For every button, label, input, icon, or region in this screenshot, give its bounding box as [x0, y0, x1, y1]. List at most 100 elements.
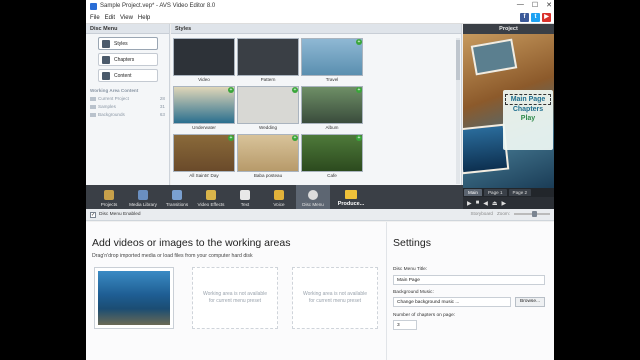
- folder-count: 28: [159, 96, 165, 101]
- style-wedding[interactable]: + Wedding: [237, 86, 299, 132]
- storyboard-toggle[interactable]: Storyboard: [470, 211, 492, 216]
- text-icon: [240, 190, 250, 200]
- toolbar-media-library[interactable]: Media Library: [126, 185, 160, 209]
- chapters-button[interactable]: Chapters: [98, 53, 158, 66]
- working-area: Add videos or images to the working area…: [86, 222, 554, 360]
- main-toolbar: Projects Media Library Transitions Video…: [86, 185, 463, 209]
- style-album[interactable]: + Album: [301, 86, 363, 132]
- bg-music-input[interactable]: Change background music ...: [393, 297, 511, 307]
- folder-current-project[interactable]: Current Project 28: [86, 96, 169, 101]
- preview-main-page[interactable]: Main Page: [505, 94, 551, 105]
- zoom-slider[interactable]: [514, 210, 550, 217]
- toolbar-projects[interactable]: Projects: [92, 185, 126, 209]
- styles-header: Styles: [171, 24, 461, 34]
- previous-icon[interactable]: ◀: [483, 200, 488, 207]
- preview-chapters[interactable]: Chapters: [503, 105, 553, 114]
- styles-scrollbar[interactable]: [456, 38, 460, 184]
- toolbar-video-effects[interactable]: Video Effects: [194, 185, 228, 209]
- scrollbar-thumb[interactable]: [456, 40, 460, 80]
- style-all-saints-day[interactable]: + All Saints' Day: [173, 134, 235, 180]
- chapters-per-page-label: Number of chapters on page:: [393, 313, 456, 318]
- folder-samples[interactable]: Samples 31: [86, 104, 169, 109]
- style-video[interactable]: Video: [173, 38, 235, 84]
- style-thumbnail: [237, 134, 299, 172]
- style-cafe[interactable]: + Cafe: [301, 134, 363, 180]
- toolbar-text[interactable]: Text: [228, 185, 262, 209]
- toolbar-transitions[interactable]: Transitions: [160, 185, 194, 209]
- menu-view[interactable]: View: [120, 15, 133, 21]
- menu-title-label: Disc Menu Title:: [393, 267, 428, 272]
- next-icon[interactable]: ▶: [502, 200, 507, 207]
- menu-file[interactable]: File: [90, 15, 100, 21]
- tab-main[interactable]: Main: [464, 189, 482, 196]
- underwater-image: [98, 271, 170, 325]
- add-icon[interactable]: +: [356, 39, 362, 45]
- produce-icon: [345, 190, 357, 199]
- style-underwater[interactable]: + Underwater: [173, 86, 235, 132]
- styles-button[interactable]: Styles: [98, 37, 158, 50]
- folder-name: Current Project: [98, 96, 129, 101]
- preview-play[interactable]: Play: [503, 114, 553, 123]
- toolbar-voice[interactable]: Voice: [262, 185, 296, 209]
- app-window: Sample Project.vep* - AVS Video Editor 8…: [86, 0, 554, 360]
- add-icon[interactable]: +: [356, 135, 362, 141]
- add-icon[interactable]: +: [292, 87, 298, 93]
- transitions-icon: [172, 190, 182, 200]
- toolbar-disc-menu[interactable]: Disc Menu: [296, 185, 330, 209]
- style-thumbnail: [301, 38, 363, 76]
- close-button[interactable]: ✕: [546, 1, 552, 9]
- content-button[interactable]: Content: [98, 69, 158, 82]
- disc-menu-enabled-bar: ✓ Disc Menu Enabled Storyboard Zoom:: [86, 209, 554, 221]
- content-button-label: Content: [114, 72, 132, 79]
- style-thumbnail: [237, 86, 299, 124]
- toolbar-label: Media Library: [129, 202, 157, 207]
- chapters-button-label: Chapters: [114, 56, 135, 63]
- menu-help[interactable]: Help: [138, 15, 150, 21]
- menu-title-input[interactable]: Main Page: [393, 275, 545, 285]
- style-label: All Saints' Day: [189, 173, 219, 178]
- twitter-icon[interactable]: t: [531, 13, 540, 22]
- play-icon[interactable]: ▶: [467, 200, 472, 207]
- style-label: Album: [325, 125, 339, 130]
- style-label: Video: [198, 77, 210, 82]
- style-thumbnail: [173, 134, 235, 172]
- media-library-icon: [138, 190, 148, 200]
- style-baba-posteau[interactable]: + Baba posteau: [237, 134, 299, 180]
- style-label: Cafe: [327, 173, 337, 178]
- style-pattern[interactable]: Pattern: [237, 38, 299, 84]
- folder-backgrounds[interactable]: Backgrounds 63: [86, 112, 169, 117]
- add-icon[interactable]: +: [356, 87, 362, 93]
- youtube-icon[interactable]: ▶: [542, 13, 551, 22]
- page-tabs: Main Page 1 Page 2: [463, 188, 554, 197]
- voice-icon: [274, 190, 284, 200]
- maximize-button[interactable]: ☐: [532, 1, 538, 9]
- browse-button[interactable]: Browse...: [515, 297, 545, 307]
- zoom-slider-handle[interactable]: [532, 210, 537, 217]
- media-slot-1[interactable]: [94, 267, 174, 329]
- tab-page-2[interactable]: Page 2: [508, 189, 532, 196]
- style-thumbnail: [173, 86, 235, 124]
- projects-icon: [104, 190, 114, 200]
- folder-name: Backgrounds: [98, 112, 125, 117]
- produce-button[interactable]: Produce...: [332, 185, 370, 209]
- toolbar-label: Voice: [273, 202, 285, 207]
- disc-menu-header: Disc Menu: [86, 24, 169, 34]
- toolbar-label: Disc Menu: [302, 202, 324, 207]
- style-thumbnail: [301, 134, 363, 172]
- tab-page-1[interactable]: Page 1: [483, 189, 507, 196]
- chapters-per-page-select[interactable]: 3: [393, 320, 417, 330]
- bg-music-label: Background Music:: [393, 290, 434, 295]
- add-icon[interactable]: +: [228, 87, 234, 93]
- stop-icon[interactable]: ■: [476, 200, 480, 206]
- menu-preview: Main Page Chapters Play: [463, 34, 554, 188]
- styles-panel: Styles Video Pattern + Travel + Underwater…: [171, 24, 462, 185]
- facebook-icon[interactable]: f: [520, 13, 529, 22]
- disc-menu-enabled-checkbox[interactable]: ✓: [90, 211, 96, 218]
- folder-icon: [90, 112, 96, 117]
- menu-edit[interactable]: Edit: [105, 15, 115, 21]
- style-travel[interactable]: + Travel: [301, 38, 363, 84]
- add-icon[interactable]: +: [228, 135, 234, 141]
- minimize-button[interactable]: —: [517, 1, 524, 9]
- eject-icon[interactable]: ⏏: [492, 200, 498, 207]
- add-icon[interactable]: +: [292, 135, 298, 141]
